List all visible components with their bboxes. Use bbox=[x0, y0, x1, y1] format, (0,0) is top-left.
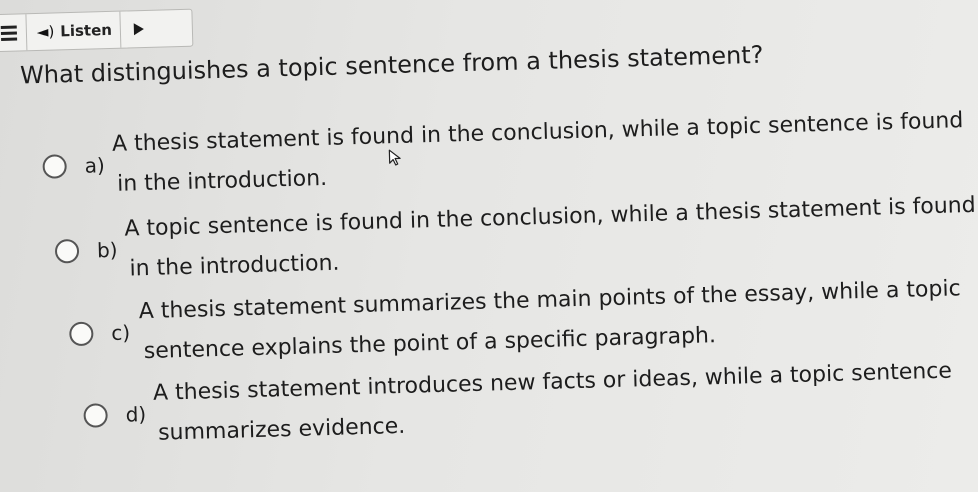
speaker-icon: ◄) bbox=[36, 22, 55, 41]
radio-button-b[interactable] bbox=[54, 238, 80, 264]
play-button[interactable] bbox=[120, 11, 157, 48]
listen-label: Listen bbox=[60, 20, 113, 41]
hamburger-menu-icon[interactable] bbox=[0, 14, 28, 52]
listen-button[interactable]: ◄) Listen bbox=[26, 11, 122, 51]
play-icon bbox=[133, 22, 145, 36]
radio-button-c[interactable] bbox=[69, 321, 94, 347]
mouse-cursor-icon bbox=[388, 149, 401, 166]
quiz-page: ◄) Listen What distinguishes a topic sen… bbox=[0, 0, 978, 492]
radio-button-a[interactable] bbox=[42, 154, 68, 179]
option-letter: d) bbox=[125, 402, 147, 427]
option-letter: b) bbox=[96, 237, 118, 263]
radio-button-d[interactable] bbox=[83, 403, 108, 428]
reader-toolbar: ◄) Listen bbox=[0, 8, 194, 53]
option-letter: c) bbox=[111, 320, 131, 346]
option-letter: a) bbox=[84, 153, 106, 178]
